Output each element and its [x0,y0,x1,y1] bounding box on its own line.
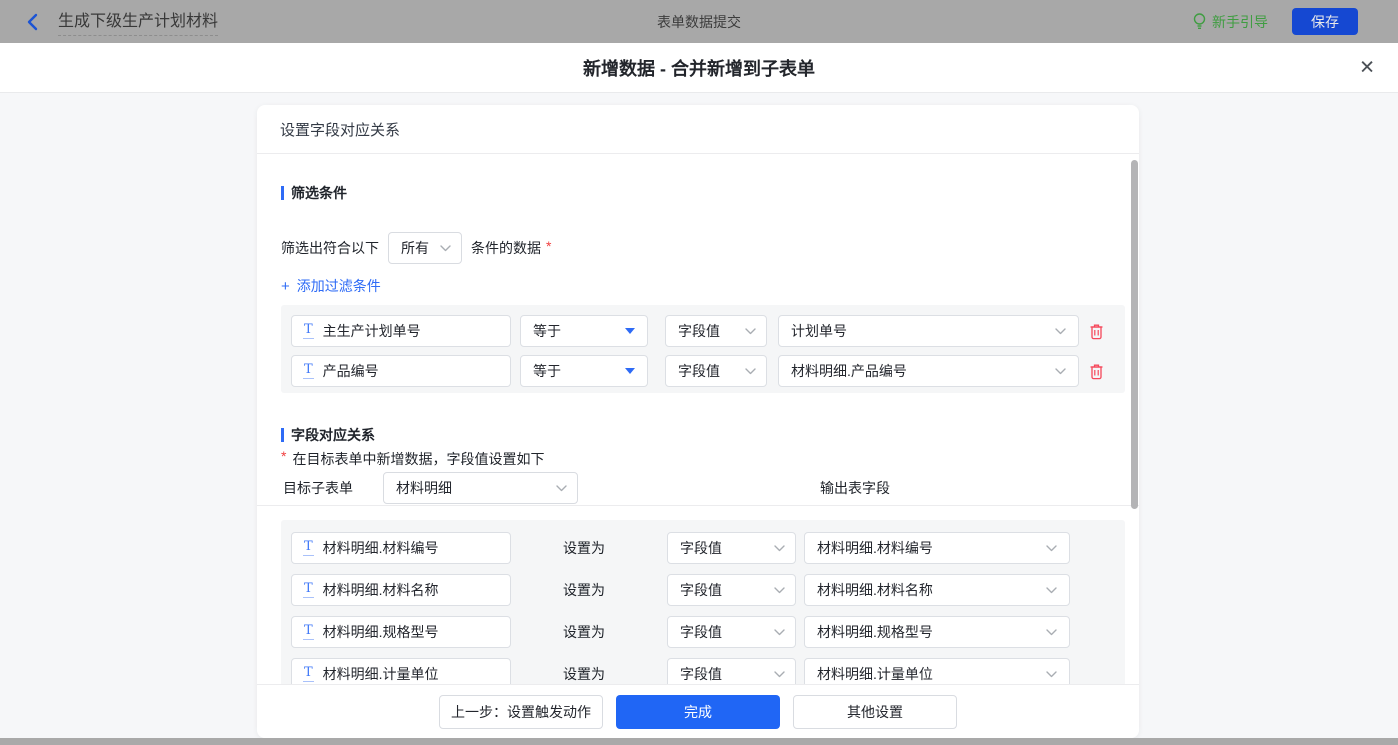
mapping-row: T 材料明细.材料名称 设置为 字段值 材料明细.材料名称 [281,574,1125,606]
chevron-down-icon [1046,587,1057,594]
chevron-down-icon [774,671,785,678]
set-to-label: 设置为 [563,616,623,648]
value-type-select[interactable]: 字段值 [665,315,767,347]
criteria-suffix: 条件的数据 [471,238,541,258]
mapping-field-input[interactable]: T 材料明细.材料编号 [291,532,511,564]
chevron-down-icon [745,328,756,335]
delete-row-button[interactable] [1086,362,1106,382]
criteria-prefix: 筛选出符合以下 [281,238,379,258]
chevron-down-icon [1055,328,1066,335]
trash-icon [1089,324,1104,340]
text-field-icon: T [303,666,314,682]
set-to-label: 设置为 [563,574,623,606]
scrollbar-thumb[interactable] [1131,160,1138,509]
chevron-down-icon [774,545,785,552]
chevron-down-icon [1046,629,1057,636]
card-header: 设置字段对应关系 [257,105,1139,154]
beginner-guide-label: 新手引导 [1212,12,1268,32]
mapping-section-title: 字段对应关系 [281,425,375,445]
text-field-icon: T [303,323,314,339]
text-field-icon: T [303,582,314,598]
trash-icon [1089,364,1104,380]
filter-field-input[interactable]: T 主生产计划单号 [291,315,511,347]
value-select[interactable]: 材料明细.规格型号 [804,616,1070,648]
chevron-down-icon [440,245,451,252]
prev-step-button[interactable]: 上一步：设置触发动作 [439,695,603,729]
mapping-row: T 材料明细.材料编号 设置为 字段值 材料明细.材料编号 [281,532,1125,564]
plus-icon: + [281,279,290,294]
save-button[interactable]: 保存 [1292,8,1358,35]
chevron-down-icon [1046,671,1057,678]
chevron-down-icon [774,629,785,636]
mapping-field-input[interactable]: T 材料明细.规格型号 [291,616,511,648]
operator-select[interactable]: 等于 [520,355,648,387]
divider [257,505,1139,506]
filter-criteria-line: 筛选出符合以下 所有 条件的数据 * [281,232,551,264]
value-select[interactable]: 材料明细.产品编号 [778,355,1079,387]
card-footer: 上一步：设置触发动作 完成 其他设置 [257,684,1139,738]
close-icon[interactable]: ✕ [1359,58,1375,77]
chevron-down-icon [1046,545,1057,552]
value-type-select[interactable]: 字段值 [667,532,796,564]
value-select[interactable]: 材料明细.材料名称 [804,574,1070,606]
required-asterisk: * [546,238,551,254]
delete-row-button[interactable] [1086,322,1106,342]
triangle-down-icon [625,328,635,334]
target-subform-select[interactable]: 材料明细 [383,472,578,504]
dimmed-page-strip [0,738,1398,745]
chevron-down-icon [745,368,756,375]
modal-title: 新增数据 - 合并新增到子表单 [583,55,815,81]
filter-field-input[interactable]: T 产品编号 [291,355,511,387]
chevron-down-icon [774,587,785,594]
value-select[interactable]: 材料明细.材料编号 [804,532,1070,564]
card-header-title: 设置字段对应关系 [280,119,400,140]
beginner-guide-link[interactable]: 新手引导 [1193,12,1268,32]
filter-section-title: 筛选条件 [281,183,347,203]
mapping-description: * 在目标表单中新增数据，字段值设置如下 [281,449,544,469]
text-field-icon: T [303,363,314,379]
settings-card: 设置字段对应关系 筛选条件 筛选出符合以下 所有 条件的数据 * + 添加过滤条… [257,105,1139,738]
other-settings-button[interactable]: 其他设置 [793,695,957,729]
lightbulb-icon [1193,13,1206,30]
chevron-down-icon [556,485,567,492]
output-fields-label: 输出表字段 [820,472,890,504]
back-button[interactable] [26,13,40,31]
required-asterisk: * [281,448,286,464]
value-select[interactable]: 计划单号 [778,315,1079,347]
section-accent-bar [281,428,284,442]
modal-body: 设置字段对应关系 筛选条件 筛选出符合以下 所有 条件的数据 * + 添加过滤条… [0,93,1398,738]
mapping-field-input[interactable]: T 材料明细.材料名称 [291,574,511,606]
chevron-left-icon [26,13,40,31]
value-type-select[interactable]: 字段值 [667,574,796,606]
add-filter-condition-link[interactable]: + 添加过滤条件 [281,276,381,296]
text-field-icon: T [303,624,314,640]
set-to-label: 设置为 [563,532,623,564]
filter-row: T 主生产计划单号 等于 字段值 计划单号 [281,315,1125,347]
value-type-select[interactable]: 字段值 [665,355,767,387]
flow-title[interactable]: 生成下级生产计划材料 [58,7,218,36]
operator-select[interactable]: 等于 [520,315,648,347]
section-accent-bar [281,186,284,200]
target-subform-row: 目标子表单 材料明细 输出表字段 [257,472,1139,504]
chevron-down-icon [1055,368,1066,375]
modal-header: 新增数据 - 合并新增到子表单 ✕ [0,43,1398,93]
value-type-select[interactable]: 字段值 [667,616,796,648]
mapping-row: T 材料明细.规格型号 设置为 字段值 材料明细.规格型号 [281,616,1125,648]
text-field-icon: T [303,540,314,556]
target-subform-label: 目标子表单 [283,472,353,504]
filter-row: T 产品编号 等于 字段值 材料明细.产品编号 [281,355,1125,387]
triangle-down-icon [625,368,635,374]
filter-rows-block: T 主生产计划单号 等于 字段值 计划单号 [281,305,1125,393]
match-mode-select[interactable]: 所有 [388,232,462,264]
app-topbar: 生成下级生产计划材料 表单数据提交 新手引导 保存 [0,0,1398,43]
done-button[interactable]: 完成 [616,695,780,729]
